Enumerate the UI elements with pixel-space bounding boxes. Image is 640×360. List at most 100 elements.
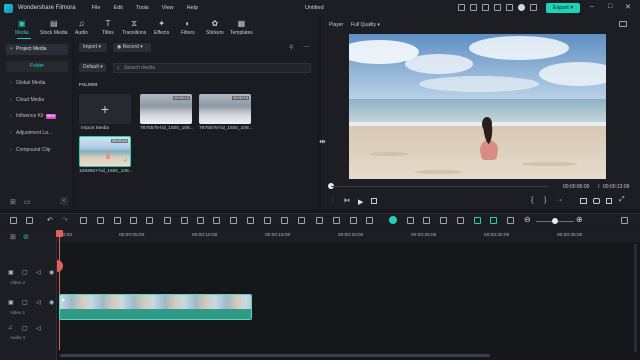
split-icon[interactable] xyxy=(97,217,104,224)
audio-wave-icon[interactable] xyxy=(298,217,305,224)
trim-end-icon[interactable] xyxy=(146,217,153,224)
maximize-icon[interactable]: □ xyxy=(608,3,612,10)
sidebar-item-project-media[interactable]: ▾ Project Media xyxy=(6,44,68,55)
more-tools-icon[interactable] xyxy=(366,217,373,224)
mute-icon[interactable]: ◁ xyxy=(36,269,41,276)
media-thumbnail[interactable]: 00:00:13 xyxy=(140,94,192,124)
tab-titles[interactable]: T Titles xyxy=(102,19,114,36)
timeline-grid-icon[interactable] xyxy=(621,217,628,224)
folder-icon[interactable]: ▭ xyxy=(24,198,31,206)
shield-icon[interactable] xyxy=(423,217,430,224)
ai-tool-icon[interactable] xyxy=(333,217,340,224)
playback-progress-bar[interactable] xyxy=(331,186,549,187)
timeline-vertical-scrollbar[interactable] xyxy=(634,244,637,352)
collapse-sidebar-icon[interactable]: ‹ xyxy=(60,197,68,205)
eye-icon[interactable]: ◉ xyxy=(49,299,54,306)
cloud-icon[interactable] xyxy=(494,4,501,11)
media-thumbnail[interactable]: 00:00:13 xyxy=(199,94,251,124)
add-track-icon[interactable]: ⊞ xyxy=(10,233,16,241)
eye-icon[interactable]: ◉ xyxy=(49,269,54,276)
tab-stickers[interactable]: ✿ Stickers xyxy=(206,19,224,36)
sidebar-item-adjustment-layer[interactable]: › Adjustment La... xyxy=(6,128,68,139)
sidebar-item-folder[interactable]: Folder xyxy=(6,61,68,72)
sidebar-item-compound-clip[interactable]: › Compound Clip xyxy=(6,145,68,156)
track-link-icon[interactable]: ⊘ xyxy=(23,233,29,241)
tab-effects[interactable]: ✦ Effects xyxy=(154,19,169,36)
more-options-icon[interactable]: ⋯ xyxy=(303,43,310,51)
tab-templates[interactable]: ▦ Templates xyxy=(230,19,253,36)
step-back-icon[interactable]: ⏵⏸ xyxy=(344,198,350,205)
apps-grid-icon[interactable] xyxy=(530,4,537,11)
play-icon[interactable]: ▶ xyxy=(358,198,363,206)
close-icon[interactable]: ✕ xyxy=(625,3,631,11)
menu-help[interactable]: Help xyxy=(187,5,198,11)
menu-file[interactable]: File xyxy=(92,5,101,11)
menu-edit[interactable]: Edit xyxy=(113,5,122,11)
import-media-tile[interactable]: + xyxy=(79,94,131,124)
menu-view[interactable]: View xyxy=(162,5,174,11)
record-button[interactable]: ◉ Record ▾ xyxy=(113,43,151,52)
layout-icon[interactable] xyxy=(10,217,17,224)
lock-icon[interactable]: ▢ xyxy=(22,269,28,276)
lock-icon[interactable]: ▢ xyxy=(22,325,28,332)
sidebar-item-global-media[interactable]: › Global Media xyxy=(6,78,68,89)
render-preview-icon[interactable] xyxy=(389,216,397,224)
speed-icon[interactable] xyxy=(181,217,188,224)
sidebar-item-influence-kit[interactable]: › Influence Kit NEW xyxy=(6,111,68,122)
gift-icon[interactable] xyxy=(482,4,489,11)
prev-frame-icon[interactable]: ◌ xyxy=(331,198,335,204)
zoom-in-icon[interactable]: ⊕ xyxy=(576,215,583,224)
magnet-snap-icon[interactable] xyxy=(474,217,481,224)
export-button[interactable]: Export ▾ xyxy=(546,3,580,13)
export-frame-icon[interactable]: ⇢ xyxy=(557,197,562,204)
stabilize-icon[interactable] xyxy=(316,217,323,224)
crop-icon[interactable] xyxy=(114,217,121,224)
color-icon[interactable] xyxy=(230,217,237,224)
display-icon[interactable] xyxy=(580,198,587,204)
zoom-out-icon[interactable]: ⊖ xyxy=(524,215,531,224)
keyframe-icon[interactable] xyxy=(281,217,288,224)
media-thumbnail-selected[interactable]: 00:00:13 ✔ xyxy=(79,136,131,167)
quality-dropdown[interactable]: Full Quality ▾ xyxy=(351,22,380,28)
camera-icon[interactable] xyxy=(593,198,600,204)
audio-meter-icon[interactable] xyxy=(606,198,612,204)
menu-tools[interactable]: Tools xyxy=(136,5,149,11)
layers-icon[interactable] xyxy=(507,217,514,224)
mute-icon[interactable]: ◁ xyxy=(36,299,41,306)
video-clip[interactable]: ▶ xyxy=(59,294,252,320)
mark-out-icon[interactable]: } xyxy=(544,197,546,204)
motion-icon[interactable] xyxy=(350,217,357,224)
lock-icon[interactable]: ▢ xyxy=(22,299,28,306)
redo-icon[interactable]: ↷ xyxy=(62,216,68,224)
search-input[interactable]: ⌕ Search media xyxy=(113,63,311,73)
rotate-icon[interactable] xyxy=(213,217,220,224)
snapshot-icon[interactable] xyxy=(619,21,627,27)
zoom-slider-knob[interactable] xyxy=(552,218,558,224)
timeline-horizontal-scrollbar[interactable] xyxy=(60,354,490,357)
delete-icon[interactable] xyxy=(80,217,87,224)
tab-filters[interactable]: ◐ Filters xyxy=(181,19,195,36)
microphone-icon[interactable] xyxy=(440,217,447,224)
marker-icon[interactable] xyxy=(407,217,414,224)
text-icon[interactable] xyxy=(164,217,171,224)
select-tool-icon[interactable] xyxy=(26,217,33,224)
trim-start-icon[interactable] xyxy=(130,217,137,224)
user-avatar-icon[interactable] xyxy=(518,4,525,11)
notification-icon[interactable] xyxy=(506,4,513,11)
stop-icon[interactable] xyxy=(371,198,377,204)
panel-resize-icon[interactable]: ⇹ xyxy=(319,137,326,146)
tab-stock-media[interactable]: ▤ Stock Media xyxy=(40,19,68,36)
tab-media[interactable]: ▣ Media xyxy=(15,19,29,36)
import-button[interactable]: Import ▾ xyxy=(79,43,107,52)
link-icon[interactable] xyxy=(490,217,497,224)
mask-icon[interactable] xyxy=(247,217,254,224)
minimize-icon[interactable]: – xyxy=(590,3,594,10)
voiceover-icon[interactable] xyxy=(457,217,464,224)
tab-audio[interactable]: ♫ Audio xyxy=(75,19,88,36)
save-icon[interactable] xyxy=(470,4,477,11)
mute-icon[interactable]: ◁ xyxy=(36,325,41,332)
sidebar-item-cloud-media[interactable]: › Cloud Media xyxy=(6,95,68,106)
new-folder-icon[interactable]: ⊞ xyxy=(10,198,16,206)
filter-icon[interactable]: ⚲ xyxy=(289,44,293,51)
mark-in-icon[interactable]: { xyxy=(531,197,533,204)
